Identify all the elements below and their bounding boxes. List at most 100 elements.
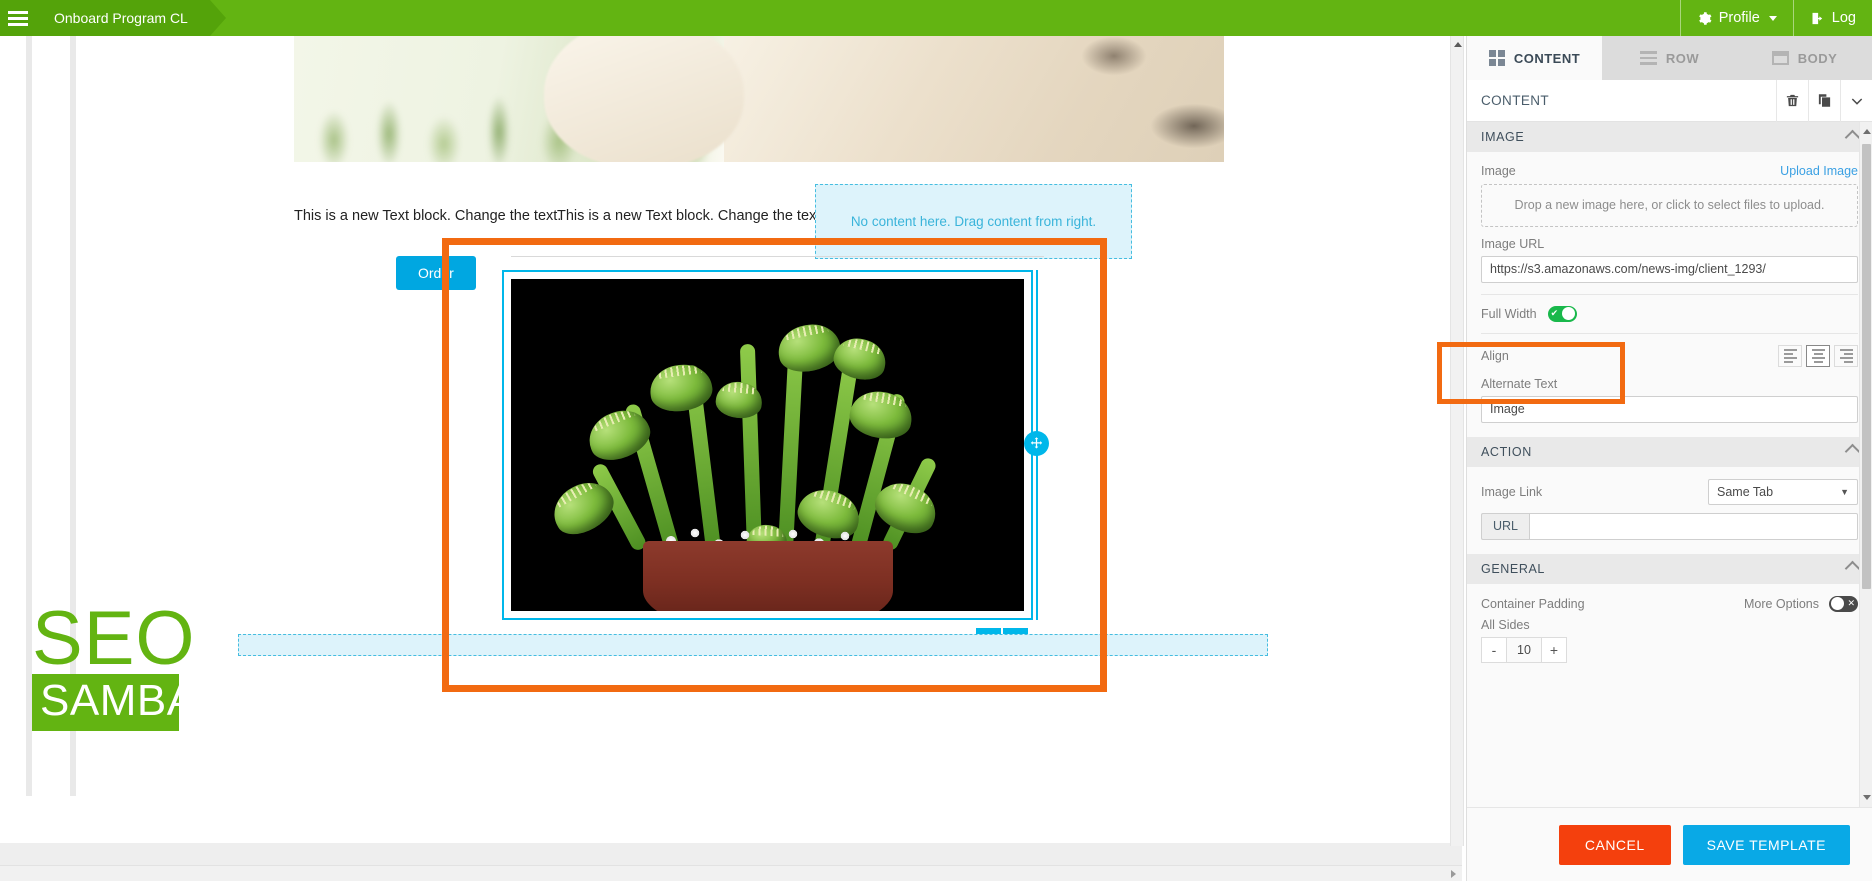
- breadcrumb: Onboard Program CL: [36, 0, 226, 36]
- padding-value[interactable]: 10: [1507, 636, 1541, 663]
- top-navigation-bar: Onboard Program CL Profile Log: [0, 0, 1872, 36]
- check-icon: ✔: [1550, 308, 1559, 319]
- image-link-select[interactable]: Same Tab ▼: [1708, 478, 1858, 505]
- move-handle-icon[interactable]: [1024, 431, 1049, 456]
- tab-content[interactable]: CONTENT: [1467, 36, 1602, 80]
- save-template-button[interactable]: SAVE TEMPLATE: [1682, 824, 1850, 865]
- full-width-toggle[interactable]: ✔: [1547, 305, 1577, 322]
- page-vertical-scrollbar[interactable]: [1450, 36, 1464, 846]
- canvas-footer-strip: [0, 843, 1462, 865]
- section-header-general[interactable]: GENERAL: [1467, 553, 1872, 584]
- empty-content-dropzone[interactable]: No content here. Drag content from right…: [815, 184, 1132, 259]
- close-icon: ✕: [1847, 598, 1855, 609]
- section-body-action: Image Link Same Tab ▼ URL: [1467, 466, 1872, 554]
- align-row: Align: [1481, 344, 1858, 367]
- all-sides-stepper: - 10 +: [1481, 636, 1858, 663]
- chevron-up-icon[interactable]: [1844, 561, 1861, 577]
- chevron-up-icon[interactable]: [1454, 42, 1462, 47]
- panel-tab-bar: CONTENT ROW BODY: [1467, 36, 1872, 80]
- align-left-button[interactable]: [1778, 344, 1802, 367]
- section-title-general: GENERAL: [1481, 561, 1545, 576]
- hero-fur-layer: [724, 36, 1224, 162]
- padding-decrease-button[interactable]: -: [1481, 636, 1507, 663]
- panel-header: CONTENT: [1467, 79, 1872, 122]
- image-field-row: Image Upload Image: [1481, 164, 1858, 178]
- chevron-right-icon[interactable]: [1451, 870, 1456, 878]
- chevron-up-icon[interactable]: [1862, 129, 1871, 134]
- order-button[interactable]: Order: [396, 256, 476, 290]
- more-options-label: More Options: [1743, 596, 1819, 611]
- alternate-text-input[interactable]: [1481, 395, 1858, 423]
- seosamba-logo: SEO SAMBA: [32, 596, 196, 731]
- align-center-button[interactable]: [1806, 344, 1830, 367]
- tab-row[interactable]: ROW: [1602, 36, 1737, 80]
- section-body-image: Image Upload Image Drop a new image here…: [1467, 152, 1872, 437]
- section-header-action[interactable]: ACTION: [1467, 436, 1872, 467]
- panel-duplicate-button[interactable]: [1808, 79, 1840, 122]
- url-label: URL: [1481, 512, 1530, 540]
- bottom-dropzone[interactable]: [238, 634, 1268, 656]
- profile-menu[interactable]: Profile: [1679, 0, 1793, 36]
- align-right-button[interactable]: [1834, 344, 1858, 367]
- image-link-value: Same Tab: [1717, 484, 1774, 499]
- breadcrumb-label[interactable]: Onboard Program CL: [36, 0, 210, 36]
- padding-increase-button[interactable]: +: [1541, 636, 1567, 663]
- settings-panel: CONTENT ROW BODY CONTENT IMAGE Image Upl…: [1466, 36, 1872, 881]
- row-separator: [511, 256, 1044, 257]
- grid-icon: [1488, 50, 1505, 66]
- chevron-down-icon: ▼: [1840, 486, 1849, 497]
- chevron-down-icon[interactable]: [1862, 795, 1871, 800]
- text-block-1[interactable]: This is a new Text block. Change the tex…: [294, 208, 561, 224]
- alternate-text-label: Alternate Text: [1481, 376, 1558, 391]
- toggle-knob: [1830, 597, 1844, 611]
- section-title-action: ACTION: [1481, 444, 1532, 459]
- section-header-image[interactable]: IMAGE: [1467, 122, 1872, 152]
- align-button-group: [1778, 344, 1858, 367]
- logout-label: Log: [1831, 10, 1856, 26]
- hero-animal-head: [544, 36, 744, 162]
- full-width-label: Full Width: [1481, 306, 1537, 321]
- divider-1: [1481, 293, 1858, 295]
- panel-scroll-thumb[interactable]: [1862, 144, 1871, 589]
- align-label: Align: [1481, 348, 1509, 363]
- body-icon: [1771, 51, 1789, 65]
- selected-image-block[interactable]: [502, 270, 1033, 620]
- chevron-up-icon[interactable]: [1844, 129, 1861, 145]
- cancel-button[interactable]: CANCEL: [1558, 824, 1671, 865]
- trash-icon: [1786, 94, 1799, 107]
- text-row: This is a new Text block. Change the tex…: [96, 184, 1462, 259]
- toggle-knob: [1562, 307, 1576, 321]
- chevron-down-icon: [1768, 15, 1777, 21]
- venus-flytrap-photo: [511, 279, 1024, 611]
- upload-image-link[interactable]: Upload Image: [1780, 164, 1858, 178]
- panel-title: CONTENT: [1481, 93, 1550, 108]
- panel-delete-button[interactable]: [1776, 79, 1808, 122]
- image-label: Image: [1481, 164, 1516, 178]
- more-options-toggle[interactable]: ✕: [1829, 595, 1858, 612]
- all-sides-label: All Sides: [1481, 617, 1530, 632]
- tab-body-label: BODY: [1797, 50, 1838, 66]
- container-padding-row: Container Padding More Options ✕: [1481, 595, 1858, 612]
- text-block-2[interactable]: This is a new Text block. Change the tex…: [557, 208, 824, 224]
- canvas-horizontal-scrollbar[interactable]: [0, 865, 1462, 881]
- url-input[interactable]: [1529, 512, 1858, 540]
- tab-body[interactable]: BODY: [1737, 36, 1872, 80]
- image-url-input[interactable]: [1481, 255, 1858, 283]
- logo-text-top: SEO: [32, 596, 196, 681]
- hamburger-menu-icon[interactable]: [0, 0, 36, 36]
- logout-menu[interactable]: Log: [1792, 0, 1872, 36]
- image-dropzone[interactable]: Drop a new image here, or click to selec…: [1481, 184, 1858, 227]
- chevron-up-icon[interactable]: [1844, 444, 1861, 460]
- container-padding-label: Container Padding: [1481, 596, 1585, 611]
- section-body-general: Container Padding More Options ✕ All Sid…: [1467, 583, 1872, 677]
- profile-label: Profile: [1718, 10, 1760, 26]
- tab-content-label: CONTENT: [1513, 50, 1581, 66]
- panel-collapse-button[interactable]: [1840, 79, 1872, 122]
- breadcrumb-arrow-icon: [209, 0, 226, 36]
- section-title-image: IMAGE: [1481, 130, 1525, 144]
- chevron-down-icon: [1851, 97, 1862, 105]
- rows-icon: [1639, 51, 1657, 65]
- hero-image[interactable]: [294, 36, 1224, 162]
- panel-vertical-scrollbar[interactable]: [1859, 122, 1872, 807]
